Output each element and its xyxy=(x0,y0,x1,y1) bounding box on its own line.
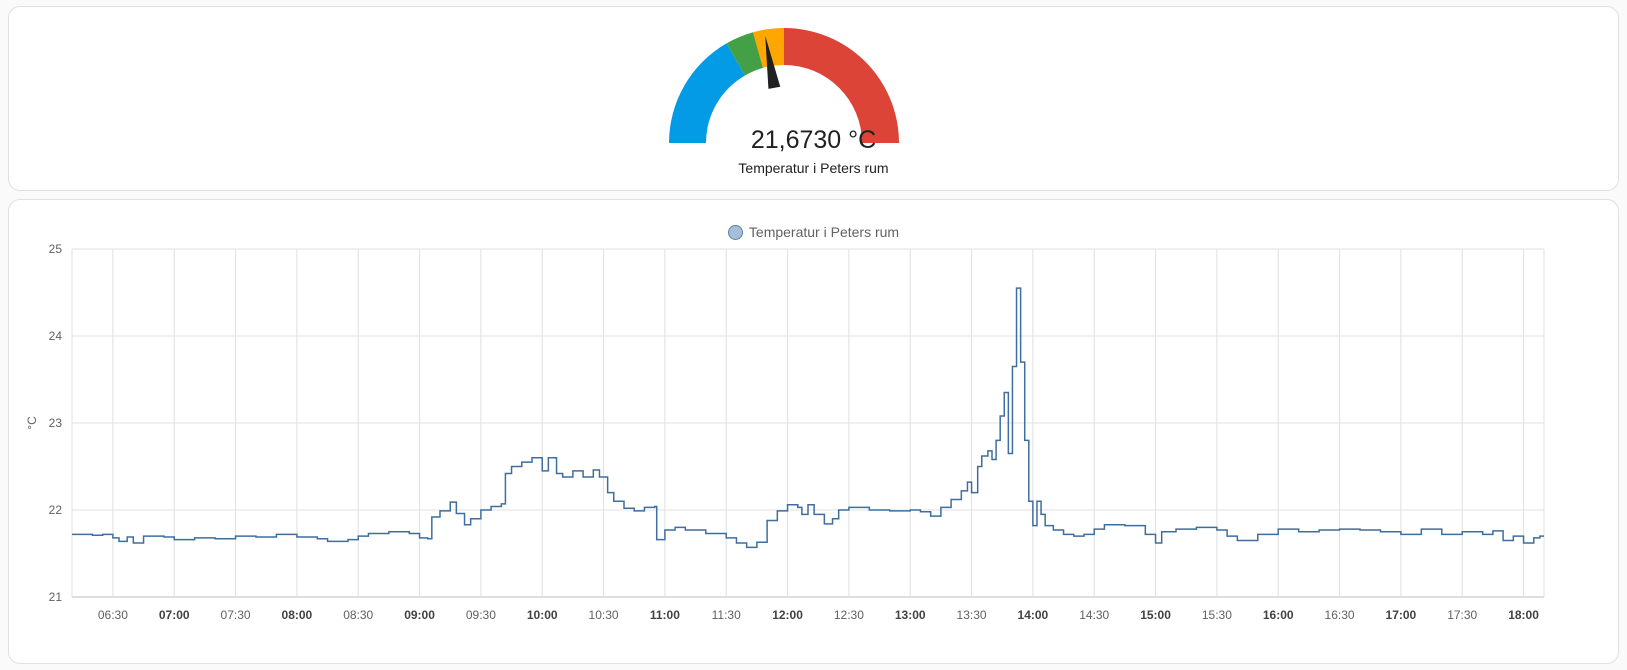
y-tick-label: 25 xyxy=(49,242,63,256)
x-tick-label: 08:00 xyxy=(282,608,313,622)
x-tick-label: 17:00 xyxy=(1386,608,1417,622)
gauge-card[interactable]: 21,6730 °C Temperatur i Peters rum xyxy=(8,6,1619,191)
x-tick-label: 10:30 xyxy=(589,608,619,622)
x-tick-label: 09:00 xyxy=(404,608,435,622)
x-tick-label: 13:30 xyxy=(957,608,987,622)
y-tick-label: 23 xyxy=(49,416,63,430)
y-tick-label: 22 xyxy=(49,503,63,517)
x-tick-label: 15:00 xyxy=(1140,608,1171,622)
y-axis-label: °C xyxy=(25,416,39,430)
x-tick-label: 08:30 xyxy=(343,608,373,622)
x-tick-label: 07:30 xyxy=(221,608,251,622)
x-tick-label: 15:30 xyxy=(1202,608,1232,622)
x-tick-label: 11:30 xyxy=(712,608,741,622)
grid xyxy=(71,248,1545,598)
x-tick-label: 16:30 xyxy=(1325,608,1355,622)
x-tick-label: 13:00 xyxy=(895,608,926,622)
x-tick-label: 12:00 xyxy=(772,608,803,622)
x-tick-label: 07:00 xyxy=(159,608,190,622)
y-tick-label: 24 xyxy=(49,329,63,343)
x-tick-label: 18:00 xyxy=(1508,608,1539,622)
x-tick-label: 06:30 xyxy=(98,608,128,622)
x-tick-label: 16:00 xyxy=(1263,608,1294,622)
x-tick-label: 11:00 xyxy=(650,608,680,622)
x-tick-label: 10:00 xyxy=(527,608,558,622)
x-tick-label: 14:00 xyxy=(1018,608,1049,622)
y-tick-label: 21 xyxy=(49,590,63,604)
line-chart[interactable]: 21 22 23 24 25 06:30 07:00 07:30 08:00 08:30 09:00… xyxy=(9,200,1620,665)
x-tick-label: 14:30 xyxy=(1079,608,1109,622)
history-graph-card: Temperatur i Peters rum 21 22 23 24 25 06:30 0… xyxy=(8,199,1619,664)
x-tick-label: 17:30 xyxy=(1447,608,1477,622)
series-line-0[interactable] xyxy=(72,287,1544,549)
x-tick-label: 09:30 xyxy=(466,608,496,622)
gauge-entity-name: Temperatur i Peters rum xyxy=(738,160,889,176)
x-tick-label: 12:30 xyxy=(834,608,864,622)
gauge-value: 21,6730 °C xyxy=(750,126,877,154)
